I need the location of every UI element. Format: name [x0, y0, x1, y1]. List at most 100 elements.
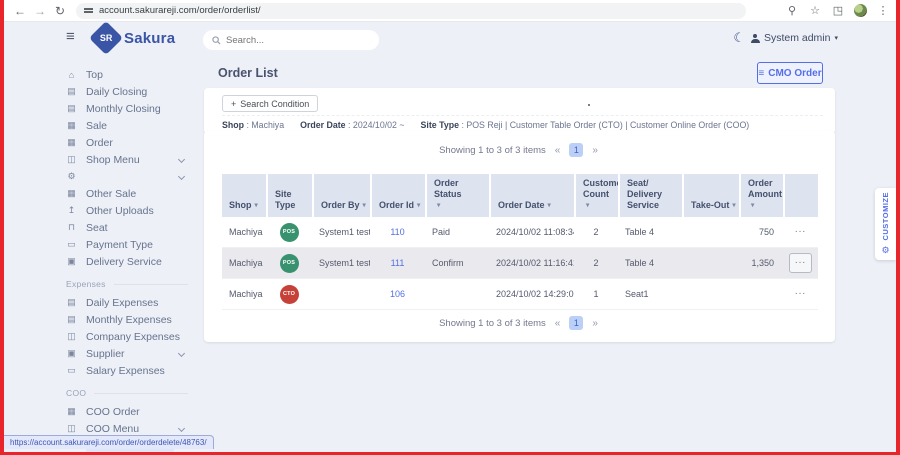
row-actions-button[interactable]: ... [789, 222, 812, 242]
extensions-icon[interactable]: ◳ [831, 0, 845, 22]
column-header-site-type[interactable]: Site Type [266, 174, 312, 217]
site-info-icon[interactable] [84, 7, 93, 15]
profile-avatar[interactable] [854, 4, 867, 17]
sidebar-item-daily-closing[interactable]: ▤Daily Closing [66, 83, 200, 100]
filter-label: Order Date [300, 120, 345, 130]
sidebar-item-supplier[interactable]: ▣Supplier [66, 345, 200, 362]
column-header-take-out[interactable]: Take-Out▾ [682, 174, 739, 217]
cell-order-amount: 750 [739, 217, 783, 247]
sidebar-item-monthly-expenses[interactable]: ▤Monthly Expenses [66, 311, 200, 328]
cell-order-id: 111 [370, 248, 425, 278]
pagination-next[interactable]: » [590, 145, 600, 156]
table-row: MachiyaPOSSystem1 test111Confirm2024/10/… [222, 248, 818, 279]
sidebar-item-settings[interactable]: ⚙ [66, 168, 200, 185]
payment-icon: ▭ [66, 239, 77, 250]
sidebar-item-label: Other Uploads [86, 205, 154, 217]
pagination-bottom: Showing 1 to 3 of 3 items«1» [204, 316, 835, 330]
app-header: ≡ SR Sakura ☾ System admin ▾ [4, 22, 896, 58]
global-search[interactable] [203, 30, 379, 50]
calendar-icon: ▤ [66, 297, 77, 308]
sidebar-item-other-sale[interactable]: ▦Other Sale [66, 185, 200, 202]
sidebar-item-label: Delivery Service [86, 256, 162, 268]
browser-menu-icon[interactable]: ⋮ [876, 0, 890, 22]
order-id-link[interactable]: 106 [390, 289, 405, 299]
truck-icon: ▣ [66, 256, 77, 267]
chevron-down-icon [178, 350, 185, 357]
sidebar-item-label: Monthly Expenses [86, 314, 172, 326]
column-header-order-date[interactable]: Order Date▾ [489, 174, 574, 217]
order-table: Shop▾Site TypeOrder By▾Order Id▾Order St… [222, 174, 818, 310]
column-label: Order By [321, 200, 360, 211]
address-bar[interactable]: account.sakurareji.com/order/orderlist/ [76, 3, 746, 19]
pagination-page-1[interactable]: 1 [569, 316, 583, 330]
sidebar-item-order[interactable]: ▦Order [66, 134, 200, 151]
cell-seat: Table 4 [618, 217, 682, 247]
cell-order-id: 110 [370, 217, 425, 247]
cell-order-by [312, 279, 370, 309]
sidebar-item-coo-order[interactable]: ▦COO Order [66, 403, 200, 420]
pagination-page-1[interactable]: 1 [569, 143, 583, 157]
cell-shop: Machiya [222, 279, 266, 309]
row-actions-button[interactable]: ... [789, 253, 812, 273]
active-filters: Shop : MachiyaOrder Date : 2024/10/02 ~S… [222, 115, 823, 130]
sidebar-item-company-expenses[interactable]: ◫Company Expenses [66, 328, 200, 345]
order-id-link[interactable]: 111 [391, 258, 405, 268]
pagination-prev[interactable]: « [553, 145, 563, 156]
column-header-order-by[interactable]: Order By▾ [312, 174, 370, 217]
dark-mode-moon-icon[interactable]: ☾ [733, 30, 745, 46]
user-menu[interactable]: System admin ▾ [751, 32, 838, 44]
sidebar-item-label: COO Menu [86, 423, 139, 435]
sidebar-item-daily-expenses[interactable]: ▤Daily Expenses [66, 294, 200, 311]
chevron-down-icon [178, 425, 185, 432]
row-actions-button[interactable]: ... [789, 284, 812, 304]
order-id-link[interactable]: 110 [390, 227, 404, 237]
column-header-order-amount[interactable]: Order Amount▾ [739, 174, 783, 217]
sidebar-item-label: Other Sale [86, 188, 136, 200]
sidebar-item-shop-menu[interactable]: ◫Shop Menu [66, 151, 200, 168]
sidebar-item-sale[interactable]: ▦Sale [66, 117, 200, 134]
cell-take-out [682, 248, 739, 278]
sidebar-item-top[interactable]: ⌂Top [66, 66, 200, 83]
filter-separator: : [346, 120, 353, 130]
column-header-customer-count[interactable]: Customer Count▾ [574, 174, 618, 217]
table-row: MachiyaPOSSystem1 test110Paid2024/10/02 … [222, 217, 818, 248]
hamburger-menu-icon[interactable]: ≡ [66, 28, 75, 45]
filter-label: Shop [222, 120, 244, 130]
refresh-icon[interactable]: ↻ [50, 0, 70, 22]
order-table-card: Showing 1 to 3 of 3 items«1» Shop▾Site T… [204, 131, 835, 342]
bookmark-star-icon[interactable]: ☆ [808, 0, 822, 22]
pagination-next[interactable]: » [590, 318, 600, 329]
pagination-prev[interactable]: « [553, 318, 563, 329]
column-header-seat-delivery-service[interactable]: Seat/ Delivery Service [618, 174, 682, 217]
forward-icon[interactable]: → [30, 0, 50, 22]
column-header-settings[interactable] [783, 174, 818, 217]
order-icon: ▦ [66, 406, 77, 417]
sidebar-item-label: Top [86, 69, 103, 81]
back-icon[interactable]: ← [10, 0, 30, 22]
sidebar-item-payment-type[interactable]: ▭Payment Type [66, 236, 200, 253]
cell-customer-count: 1 [574, 279, 618, 309]
sidebar-item-salary-expenses[interactable]: ▭Salary Expenses [66, 362, 200, 379]
app-window: ≡ SR Sakura ☾ System admin ▾ ⌂To [4, 22, 896, 452]
sidebar-item-label: Monthly Closing [86, 103, 161, 115]
cell-shop: Machiya [222, 217, 266, 247]
seat-icon: ⊓ [66, 222, 77, 233]
sidebar-item-seat[interactable]: ⊓Seat [66, 219, 200, 236]
search-condition-button[interactable]: + Search Condition [222, 95, 318, 112]
cell-actions: ... [783, 279, 818, 309]
filter-shop: Shop : Machiya [222, 120, 284, 130]
search-input[interactable] [226, 35, 370, 46]
screen: ← → ↻ account.sakurareji.com/order/order… [0, 0, 900, 455]
customize-tab[interactable]: CUSTOMIZE ⚙ [875, 188, 896, 260]
zoom-icon[interactable]: ⚲ [785, 0, 799, 22]
sidebar-section-header: Expenses [66, 279, 200, 289]
building-icon: ◫ [66, 331, 77, 342]
sidebar-item-monthly-closing[interactable]: ▤Monthly Closing [66, 100, 200, 117]
sidebar-item-delivery-service[interactable]: ▣ Delivery Service [66, 253, 200, 270]
cmo-order-button[interactable]: ≡ CMO Order [757, 62, 823, 84]
column-header-order-status[interactable]: Order Status▾ [425, 174, 489, 217]
column-header-order-id[interactable]: Order Id▾ [370, 174, 425, 217]
column-header-shop[interactable]: Shop▾ [222, 174, 266, 217]
app-logo[interactable]: SR Sakura [94, 26, 175, 50]
sidebar-item-other-uploads[interactable]: ↥Other Uploads [66, 202, 200, 219]
